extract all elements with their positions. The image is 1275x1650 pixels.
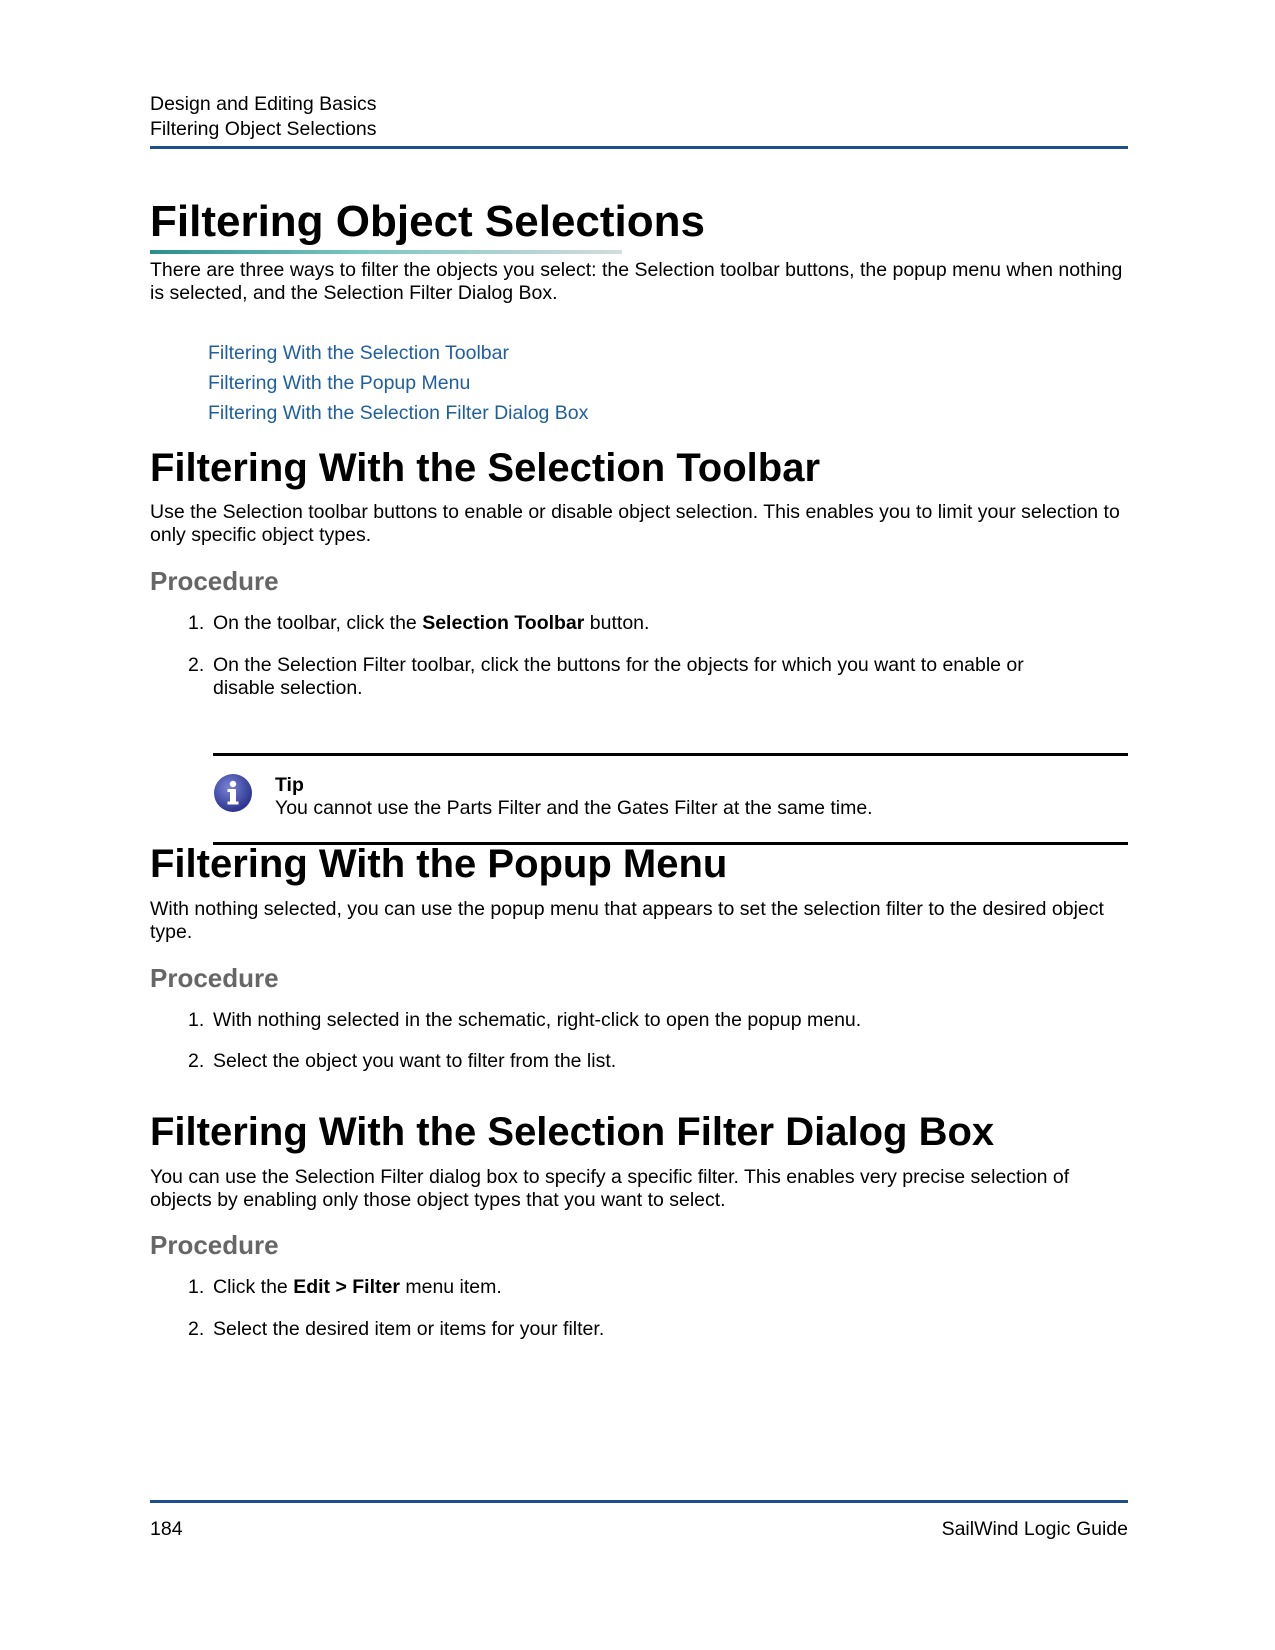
ui-term: Selection Toolbar bbox=[422, 612, 585, 634]
link-selection-filter-dialog[interactable]: Filtering With the Selection Filter Dial… bbox=[208, 398, 588, 428]
header-rule bbox=[150, 146, 1128, 149]
tip-title: Tip bbox=[275, 774, 304, 796]
procedure-step: 2. Select the desired item or items for … bbox=[188, 1318, 1088, 1341]
step-text: Select the desired item or items for you… bbox=[213, 1318, 605, 1340]
intro-paragraph: There are three ways to filter the objec… bbox=[150, 259, 1123, 304]
step-text: menu item. bbox=[399, 1276, 502, 1298]
step-number: 1. bbox=[188, 1276, 205, 1298]
step-number: 1. bbox=[188, 1009, 205, 1031]
info-icon bbox=[214, 774, 252, 812]
procedure-step: 1. Click the Edit > Filter menu item. bbox=[188, 1276, 1088, 1299]
step-text: Click the bbox=[213, 1276, 294, 1298]
link-popup-menu[interactable]: Filtering With the Popup Menu bbox=[208, 368, 588, 398]
running-header: Design and Editing Basics Filtering Obje… bbox=[150, 92, 377, 142]
step-text: On the Selection Filter toolbar, click t… bbox=[213, 654, 1024, 699]
section-links: Filtering With the Selection Toolbar Fil… bbox=[208, 338, 588, 428]
header-section: Filtering Object Selections bbox=[150, 118, 377, 140]
tip-text: You cannot use the Parts Filter and the … bbox=[275, 797, 873, 819]
procedure-heading: Procedure bbox=[150, 963, 279, 993]
procedure-step: 1. On the toolbar, click the Selection T… bbox=[188, 612, 1088, 635]
procedure-step: 1. With nothing selected in the schemati… bbox=[188, 1009, 1088, 1032]
document-title: SailWind Logic Guide bbox=[941, 1518, 1128, 1540]
step-text: Select the object you want to filter fro… bbox=[213, 1050, 617, 1072]
heading-selection-filter-dialog: Filtering With the Selection Filter Dial… bbox=[150, 1110, 995, 1154]
section-paragraph: With nothing selected, you can use the p… bbox=[150, 898, 1104, 943]
section-paragraph: You can use the Selection Filter dialog … bbox=[150, 1166, 1070, 1211]
page-title: Filtering Object Selections bbox=[150, 197, 706, 246]
title-underline bbox=[150, 250, 622, 254]
header-chapter: Design and Editing Basics bbox=[150, 93, 377, 115]
procedure-heading: Procedure bbox=[150, 566, 279, 596]
step-number: 2. bbox=[188, 654, 205, 676]
heading-popup-menu: Filtering With the Popup Menu bbox=[150, 842, 728, 886]
tip-box: Tip You cannot use the Parts Filter and … bbox=[213, 753, 1128, 845]
procedure-heading: Procedure bbox=[150, 1230, 279, 1260]
step-text: button. bbox=[584, 612, 650, 634]
link-selection-toolbar[interactable]: Filtering With the Selection Toolbar bbox=[208, 338, 588, 368]
section-paragraph: Use the Selection toolbar buttons to ena… bbox=[150, 501, 1120, 546]
step-text: On the toolbar, click the bbox=[213, 612, 423, 634]
step-number: 1. bbox=[188, 612, 205, 634]
ui-term: Edit > Filter bbox=[293, 1276, 400, 1298]
page-number: 184 bbox=[150, 1518, 183, 1540]
heading-selection-toolbar: Filtering With the Selection Toolbar bbox=[150, 446, 821, 490]
step-number: 2. bbox=[188, 1050, 205, 1072]
step-text: With nothing selected in the schematic, … bbox=[213, 1009, 862, 1031]
footer-rule bbox=[150, 1500, 1128, 1503]
step-number: 2. bbox=[188, 1318, 205, 1340]
procedure-step: 2. Select the object you want to filter … bbox=[188, 1050, 1088, 1073]
procedure-step: 2. On the Selection Filter toolbar, clic… bbox=[188, 654, 1088, 700]
